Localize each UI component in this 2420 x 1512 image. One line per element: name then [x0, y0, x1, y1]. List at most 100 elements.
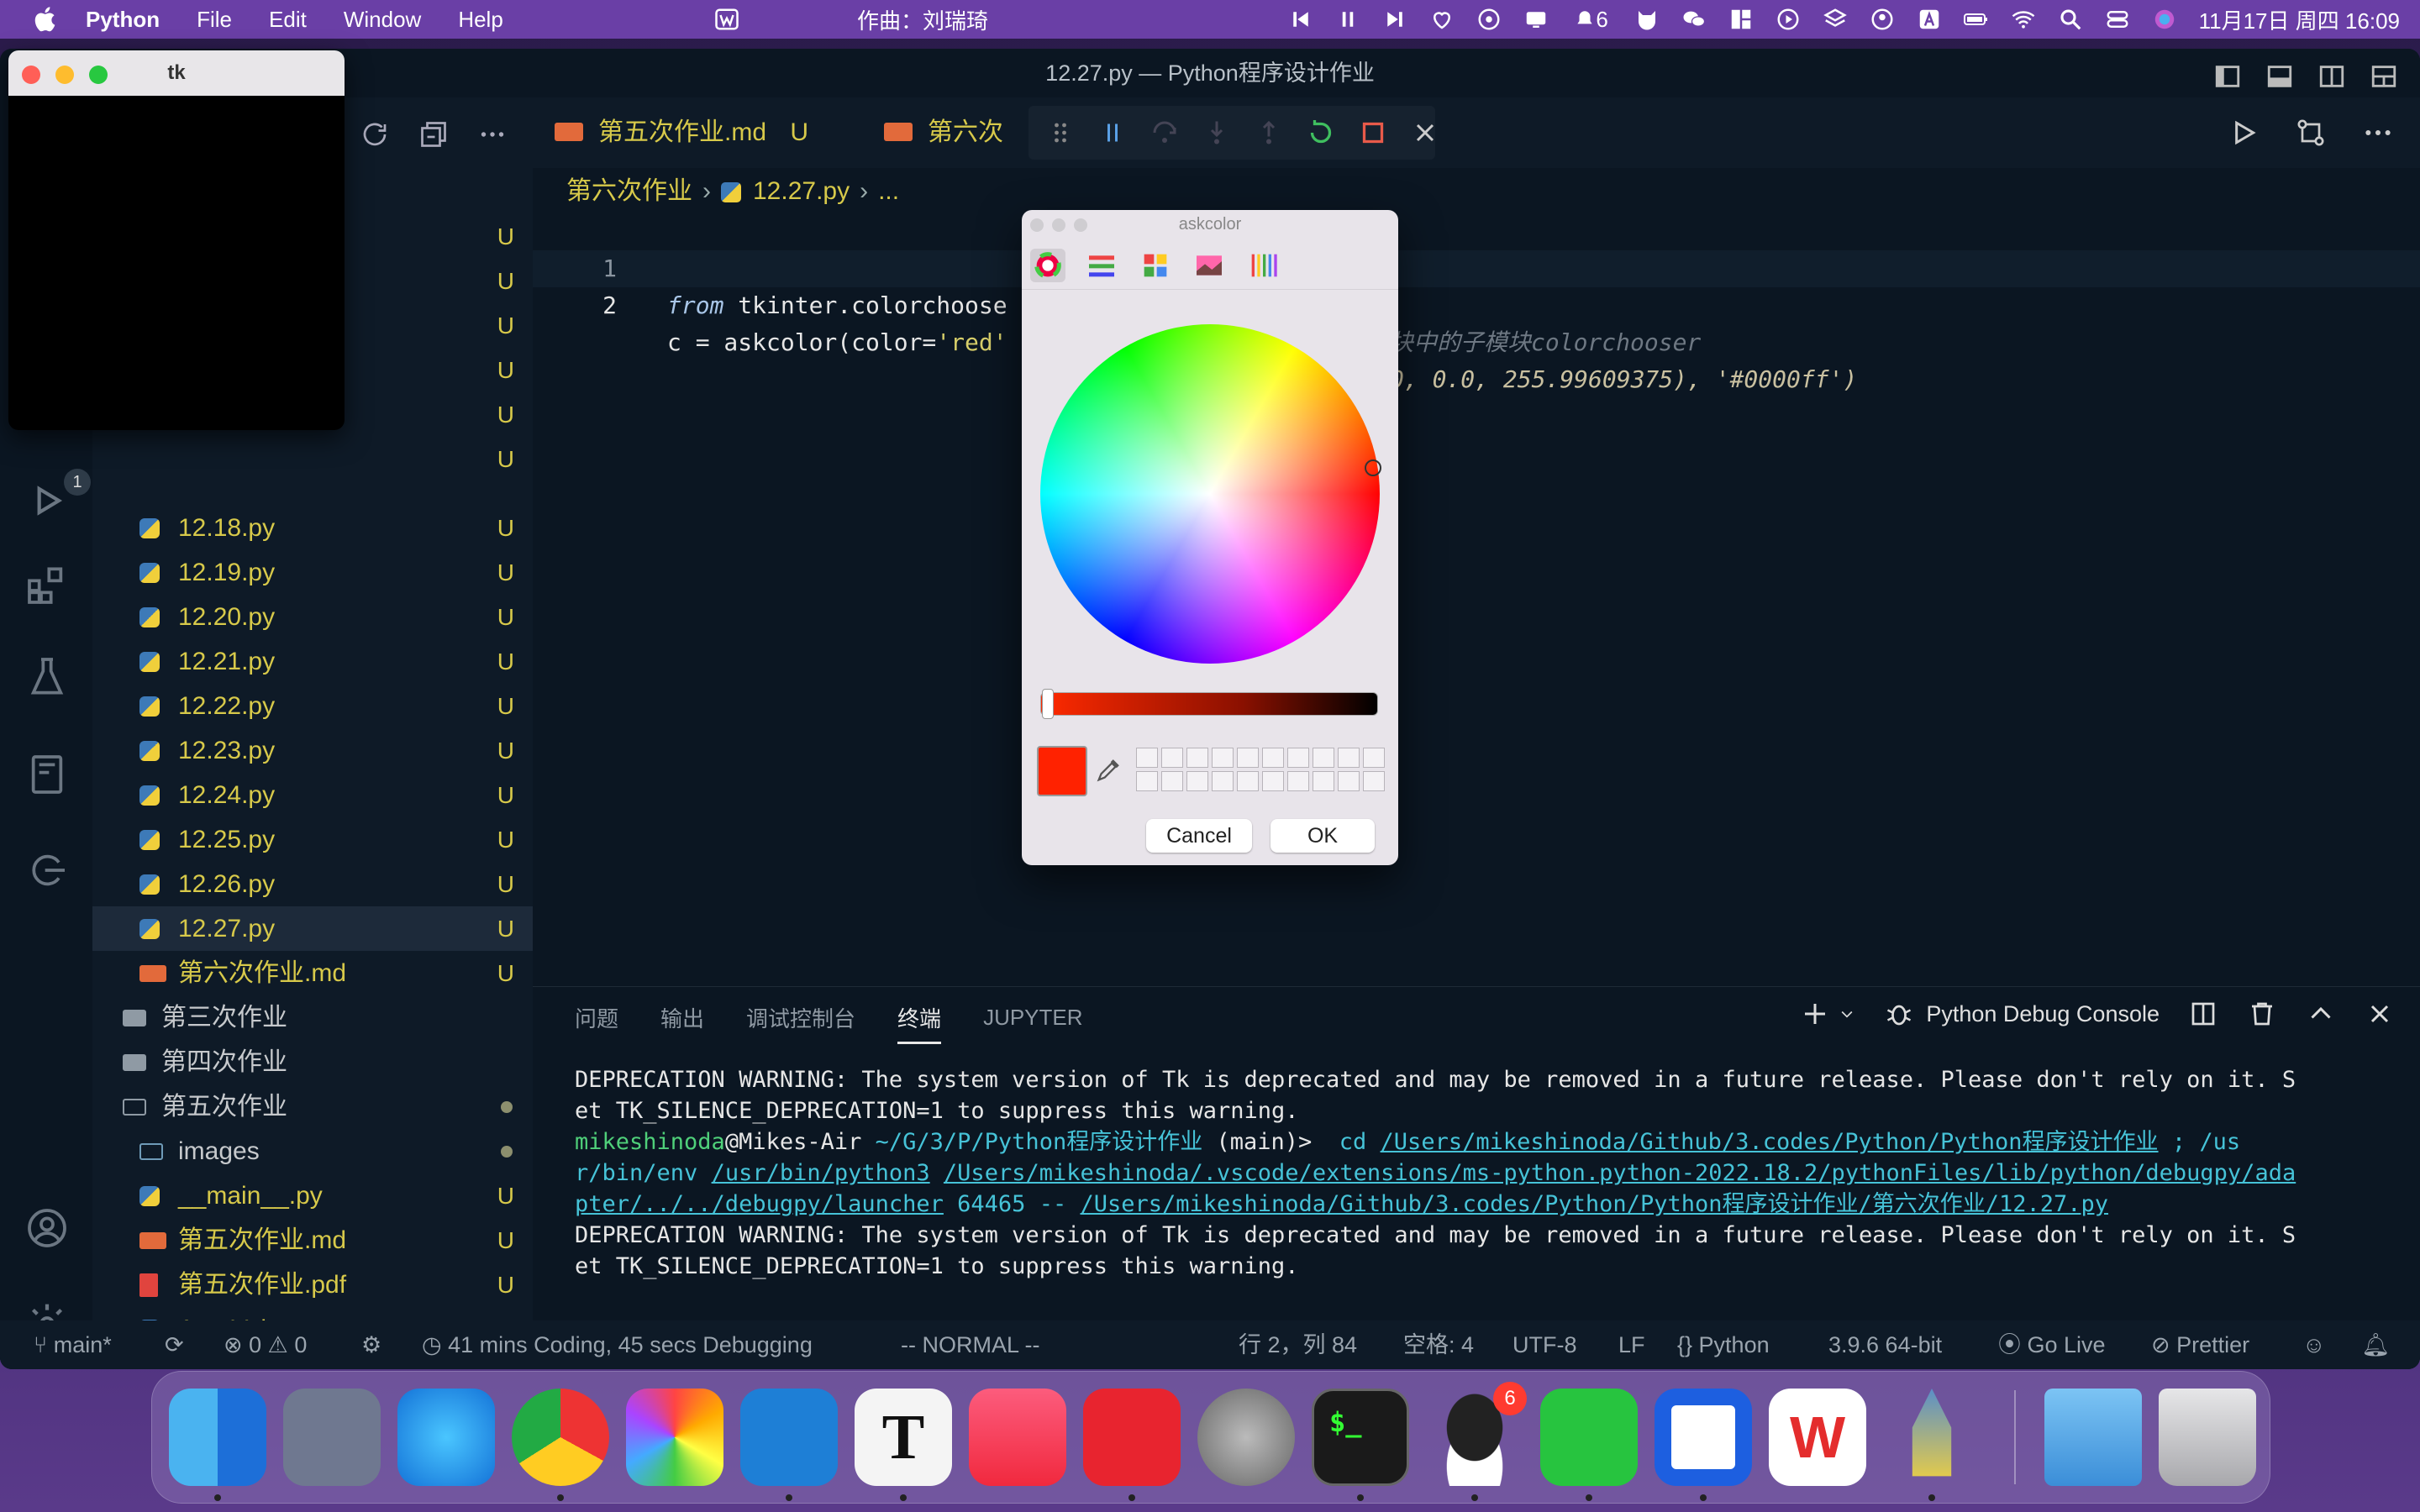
selected-color-swatch[interactable] [1037, 746, 1087, 796]
sync-icon[interactable]: ⟳ [165, 1320, 184, 1369]
saved-color-cell[interactable] [1186, 771, 1208, 791]
folder-item[interactable]: 第五次作业 [92, 1084, 533, 1129]
menu-edit[interactable]: Edit [269, 7, 307, 33]
pause-debug-icon[interactable] [1097, 118, 1128, 148]
saved-color-cell[interactable] [1161, 748, 1183, 768]
menu-window[interactable]: Window [344, 7, 421, 33]
remote-explorer-icon[interactable] [24, 847, 71, 894]
minimize-window-button[interactable] [55, 66, 74, 84]
toggle-panel-icon[interactable] [2265, 59, 2294, 87]
file-item[interactable]: 12.20.py U [92, 595, 533, 639]
file-item[interactable]: 第五次作业.md U [92, 1218, 533, 1263]
file-item[interactable]: 12.18.py U [92, 506, 533, 550]
zoom-window-button[interactable] [89, 66, 108, 84]
encoding[interactable]: UTF-8 [1512, 1320, 1577, 1369]
color-wheel-tab[interactable] [1030, 249, 1065, 282]
feedback-icon[interactable]: ☺ [2302, 1320, 2326, 1369]
zoom-window-button[interactable] [1074, 218, 1087, 232]
tk-titlebar[interactable]: tk [8, 50, 345, 96]
ok-button[interactable]: OK [1270, 819, 1375, 853]
heart-icon[interactable] [1429, 7, 1455, 32]
prettier[interactable]: ⊘ Prettier [2151, 1320, 2249, 1369]
console-name[interactable]: Python Debug Console [1926, 1001, 2160, 1027]
wechat-app-icon[interactable] [1540, 1389, 1638, 1486]
music-app-icon[interactable] [969, 1389, 1066, 1486]
brightness-slider[interactable] [1040, 692, 1378, 716]
collapse-all-icon[interactable] [418, 119, 449, 150]
branch-status[interactable]: ⑂ main* [34, 1320, 112, 1369]
file-item[interactable]: 12.24.py U [92, 773, 533, 817]
color-palettes-tab[interactable] [1138, 249, 1173, 282]
terminal-app-icon[interactable]: $_ [1312, 1389, 1409, 1486]
saved-color-cell[interactable] [1186, 748, 1208, 768]
saved-color-cell[interactable] [1287, 748, 1309, 768]
code-editor[interactable]: 1 from tkinter.colorchoose 块中的子模块colorch… [533, 213, 2420, 969]
askcolor-titlebar[interactable]: askcolor [1022, 210, 1398, 239]
saved-color-cell[interactable] [1262, 771, 1284, 791]
accounts-icon[interactable] [24, 1205, 71, 1252]
more-actions-icon[interactable] [477, 119, 508, 150]
notifications-bell-icon[interactable]: 🔔︎ [2361, 1320, 2390, 1369]
finder-app-icon[interactable] [169, 1389, 266, 1486]
file-item[interactable]: 12.21.py U [92, 639, 533, 684]
refresh-icon[interactable] [360, 119, 390, 150]
menu-file[interactable]: File [197, 7, 232, 33]
saved-color-cell[interactable] [1338, 771, 1360, 791]
previous-track-icon[interactable] [1288, 7, 1313, 32]
netease-music-app-icon[interactable] [1083, 1389, 1181, 1486]
battery-icon[interactable] [1963, 7, 1989, 32]
layout-icon[interactable] [1728, 7, 1754, 32]
file-item[interactable]: 第五次作业.pdf U [92, 1263, 533, 1307]
brightness-slider-knob[interactable] [1042, 689, 1054, 719]
maximize-panel-icon[interactable] [2306, 999, 2336, 1029]
notification-bell-icon[interactable]: 6 [1570, 7, 1612, 32]
cancel-button[interactable]: Cancel [1146, 819, 1252, 853]
file-item[interactable]: __main__.py U [92, 1173, 533, 1218]
close-panel-icon[interactable] [2365, 999, 2395, 1029]
tab-jupyter[interactable]: JUPYTER [983, 1005, 1082, 1031]
chevron-down-icon[interactable] [1839, 999, 1855, 1029]
saved-color-cell[interactable] [1313, 771, 1334, 791]
saved-color-cell[interactable] [1363, 748, 1385, 768]
editor-more-icon[interactable] [2361, 116, 2395, 150]
restart-icon[interactable] [1306, 118, 1336, 148]
layers-icon[interactable] [1823, 7, 1848, 32]
file-item[interactable]: 第六次作业.md U [92, 951, 533, 995]
system-preferences-app-icon[interactable] [1197, 1389, 1295, 1486]
launchpad-app-icon[interactable] [283, 1389, 381, 1486]
tab-output[interactable]: 输出 [660, 1002, 704, 1033]
tab-debug-console[interactable]: 调试控制台 [746, 1002, 855, 1033]
step-over-icon[interactable] [1150, 118, 1180, 148]
testing-flask-icon[interactable] [24, 654, 71, 701]
problems-status[interactable]: ⊗ 0 ⚠ 0 [224, 1320, 307, 1369]
stop-icon[interactable] [1358, 118, 1388, 148]
toggle-sidebar-icon[interactable] [2213, 59, 2242, 87]
go-live[interactable]: ⦿ Go Live [1998, 1320, 2106, 1369]
saved-color-cell[interactable] [1136, 748, 1158, 768]
close-debug-icon[interactable] [1410, 118, 1440, 148]
color-wheel[interactable] [1040, 324, 1380, 664]
menu-help[interactable]: Help [458, 7, 502, 33]
photos-app-icon[interactable] [626, 1389, 723, 1486]
lark-app-icon[interactable] [1655, 1389, 1752, 1486]
split-terminal-icon[interactable] [2188, 999, 2218, 1029]
input-method-icon[interactable] [1917, 7, 1942, 32]
step-out-icon[interactable] [1254, 118, 1284, 148]
pencils-tab[interactable] [1245, 249, 1281, 282]
step-into-icon[interactable] [1202, 118, 1232, 148]
file-item[interactable]: 12.27.py U [92, 906, 533, 951]
control-center-icon[interactable] [2105, 7, 2130, 32]
eyedropper-icon[interactable] [1094, 756, 1123, 785]
folder-item[interactable]: 第三次作业 [92, 995, 533, 1040]
notebook-icon[interactable] [24, 751, 71, 798]
pause-icon[interactable] [1335, 7, 1360, 32]
debug-status-icon[interactable]: ⚙ [361, 1320, 381, 1369]
tab-sixth-md[interactable]: 第六次作 [884, 97, 1027, 168]
tab-problems[interactable]: 问题 [575, 1002, 618, 1033]
terminal-output[interactable]: DEPRECATION WARNING: The system version … [575, 1064, 2407, 1282]
extensions-icon[interactable] [24, 561, 71, 608]
apple-icon[interactable] [32, 5, 60, 34]
breadcrumb-folder[interactable]: 第六次作业 [566, 177, 692, 205]
saved-color-cell[interactable] [1287, 771, 1309, 791]
play-circle-icon[interactable] [1776, 7, 1801, 32]
